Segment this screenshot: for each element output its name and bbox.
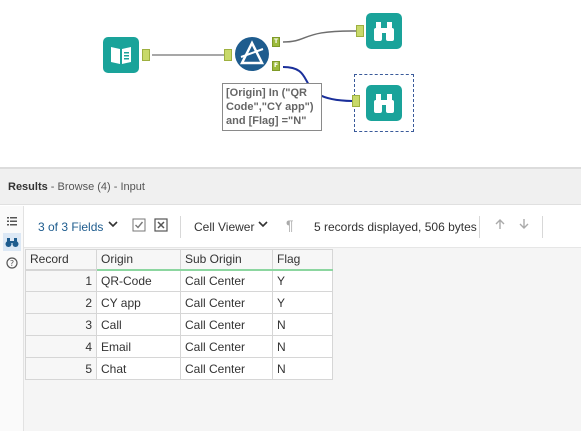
- cell-sub-origin[interactable]: Call Center: [180, 313, 273, 336]
- cell-sub-origin[interactable]: Call Center: [180, 291, 273, 314]
- filter-false-anchor[interactable]: F: [272, 61, 280, 71]
- results-header: Results - Browse (4) - Input: [0, 169, 581, 205]
- chevron-down-icon[interactable]: [108, 218, 118, 232]
- cell-sub-origin[interactable]: Call Center: [180, 269, 273, 292]
- toolbar-separator: [479, 216, 480, 238]
- cell-sub-origin[interactable]: Call Center: [180, 335, 273, 358]
- fields-dropdown[interactable]: 3 of 3 Fields: [38, 220, 103, 234]
- chevron-down-icon[interactable]: [258, 218, 268, 232]
- cell-sub-origin[interactable]: Call Center: [180, 357, 273, 380]
- table-row[interactable]: 2 CY app Call Center Y: [25, 291, 333, 314]
- cell-flag[interactable]: N: [272, 357, 333, 380]
- cell-record[interactable]: 1: [25, 269, 97, 292]
- table-row[interactable]: 3 Call Call Center N: [25, 313, 333, 336]
- cell-flag[interactable]: N: [272, 313, 333, 336]
- results-subtitle: - Browse (4) - Input: [47, 181, 145, 193]
- browse-binoculars-icon: [366, 13, 402, 49]
- column-header-origin[interactable]: Origin: [96, 249, 181, 271]
- browse-top-input-anchor[interactable]: [356, 25, 364, 37]
- table-header-row: Record Origin Sub Origin Flag: [25, 249, 333, 271]
- cell-record[interactable]: 3: [25, 313, 97, 336]
- fields-label: 3 of 3 Fields: [38, 220, 104, 234]
- column-header-sub-origin[interactable]: Sub Origin: [180, 249, 273, 271]
- table-row[interactable]: 1 QR-Code Call Center Y: [25, 269, 333, 292]
- browse-bottom-input-anchor[interactable]: [352, 95, 360, 107]
- filter-true-anchor[interactable]: T: [272, 37, 280, 47]
- binoculars-icon[interactable]: [3, 233, 21, 251]
- cell-origin[interactable]: Call: [96, 313, 181, 336]
- column-header-record[interactable]: Record: [25, 249, 97, 271]
- filter-tool[interactable]: [234, 36, 270, 72]
- filter-icon: [235, 37, 269, 71]
- arrow-up-icon[interactable]: [494, 218, 506, 233]
- toolbar-separator: [542, 216, 543, 238]
- close-box-icon[interactable]: [154, 218, 168, 235]
- cell-origin[interactable]: CY app: [96, 291, 181, 314]
- input-output-anchor[interactable]: [142, 49, 150, 61]
- browse-binoculars-icon: [366, 85, 402, 121]
- cell-viewer-label: Cell Viewer: [194, 220, 255, 234]
- svg-text:?: ?: [10, 259, 14, 268]
- checkbox-icon[interactable]: [132, 218, 146, 235]
- results-table: Record Origin Sub Origin Flag 1 QR-Code …: [25, 249, 333, 380]
- results-toolbar: 3 of 3 Fields Cell Viewer ¶ 5 records di…: [24, 206, 581, 248]
- pilcrow-icon[interactable]: ¶: [286, 217, 294, 233]
- results-side-rail: ?: [0, 206, 24, 431]
- browse-tool-true[interactable]: [366, 13, 402, 49]
- cell-flag[interactable]: Y: [272, 269, 333, 292]
- arrow-down-icon[interactable]: [518, 218, 530, 233]
- workflow-canvas[interactable]: T F [Origin] In ("QR Code","CY app") and…: [0, 0, 581, 167]
- cell-viewer-dropdown[interactable]: Cell Viewer: [194, 220, 254, 234]
- cell-record[interactable]: 4: [25, 335, 97, 358]
- filter-input-anchor[interactable]: [224, 49, 232, 61]
- cell-origin[interactable]: QR-Code: [96, 269, 181, 292]
- cell-origin[interactable]: Email: [96, 335, 181, 358]
- help-icon[interactable]: ?: [3, 254, 21, 272]
- cell-record[interactable]: 2: [25, 291, 97, 314]
- cell-origin[interactable]: Chat: [96, 357, 181, 380]
- cell-flag[interactable]: Y: [272, 291, 333, 314]
- input-data-tool[interactable]: [103, 37, 139, 73]
- table-row[interactable]: 4 Email Call Center N: [25, 335, 333, 358]
- input-book-icon: [103, 37, 139, 73]
- cell-record[interactable]: 5: [25, 357, 97, 380]
- table-row[interactable]: 5 Chat Call Center N: [25, 357, 333, 380]
- results-grid-area: Record Origin Sub Origin Flag 1 QR-Code …: [24, 248, 581, 431]
- list-icon[interactable]: [3, 212, 21, 230]
- status-text: 5 records displayed, 506 bytes: [314, 220, 477, 234]
- browse-tool-false[interactable]: [366, 85, 402, 121]
- column-header-flag[interactable]: Flag: [272, 249, 333, 271]
- filter-annotation: [Origin] In ("QR Code","CY app") and [Fl…: [222, 83, 322, 131]
- results-title: Results: [8, 181, 48, 193]
- toolbar-separator: [180, 216, 181, 238]
- cell-flag[interactable]: N: [272, 335, 333, 358]
